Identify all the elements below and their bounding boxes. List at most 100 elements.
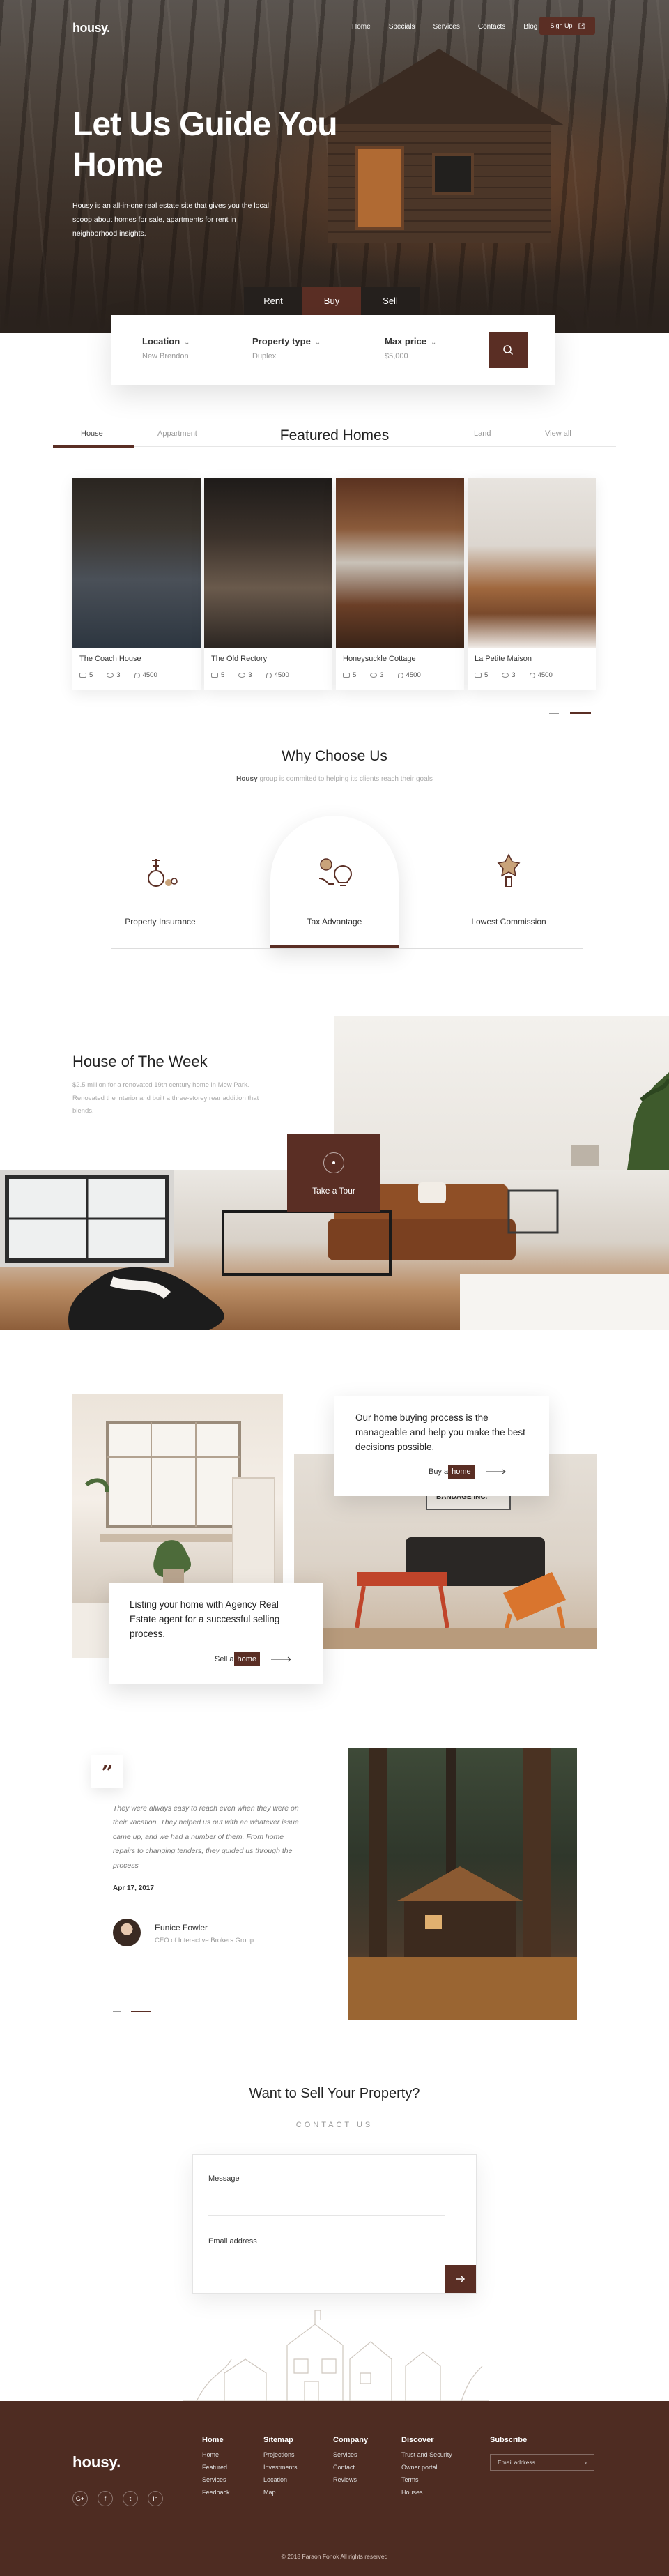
tab-appartment[interactable]: Appartment (157, 429, 197, 438)
author-role: CEO of Interactive Brokers Group (155, 1937, 254, 1944)
footer-link[interactable]: Investments (263, 2464, 298, 2471)
arrow-right-icon (271, 1656, 291, 1662)
footer-link[interactable]: Location (263, 2476, 298, 2483)
subscribe-email-input[interactable]: Email address › (490, 2454, 594, 2471)
contact-form: Message Email address (192, 2154, 477, 2294)
footer-link[interactable]: Featured (202, 2464, 230, 2471)
house-of-week-desc: $2.5 million for a renovated 19th centur… (72, 1081, 259, 1115)
hero-section: housy. Home Specials Services Contacts B… (0, 0, 669, 333)
property-card[interactable]: La Petite Maison 5 3 4500 (468, 478, 596, 690)
footer-link[interactable]: Trust and Security (401, 2451, 452, 2458)
social-links: G+ f t in (72, 2491, 163, 2506)
sell-card: Listing your home with Agency Real Estat… (109, 1583, 323, 1684)
bed-icon (343, 673, 350, 678)
property-card[interactable]: The Coach House 5 3 4500 (72, 478, 201, 690)
property-image (336, 478, 464, 648)
max-price-select[interactable]: Max price ⌄ $5,000 (385, 336, 436, 360)
contact-title: Want to Sell Your Property? (249, 2086, 420, 2101)
signup-button[interactable]: Sign Up (539, 17, 595, 35)
property-type-select[interactable]: Property type ⌄ Duplex (252, 336, 321, 360)
insurance-icon (148, 859, 178, 887)
bed-icon (211, 673, 218, 678)
testimonial-arrows (113, 2011, 151, 2012)
top-nav: housy. Home Specials Services Contacts B… (0, 0, 669, 56)
footer-col-sitemap: Sitemap Projections Investments Location… (263, 2436, 298, 2496)
featured-cards: The Coach House 5 3 4500 The Old Rectory… (72, 478, 597, 690)
footer-link[interactable]: Houses (401, 2489, 452, 2496)
footer-logo[interactable]: housy. (72, 2453, 121, 2471)
nav-services[interactable]: Services (433, 23, 460, 31)
house-of-week-title: House of The Week (72, 1053, 208, 1070)
arrow-left-icon[interactable] (113, 2011, 121, 2012)
carousel-arrows (549, 712, 591, 714)
footer-link[interactable]: Services (333, 2451, 368, 2458)
contact-subtitle: CONTACT US (295, 2121, 374, 2129)
footer: housy. G+ f t in Home Home Featured Serv… (0, 2401, 669, 2576)
footer-link[interactable]: Terms (401, 2476, 452, 2483)
submit-button[interactable] (445, 2265, 476, 2293)
message-input[interactable] (208, 2215, 445, 2216)
author-name: Eunice Fowler (155, 1923, 208, 1933)
living-room-photo-top (334, 1016, 669, 1170)
bath-icon (502, 673, 509, 678)
property-card[interactable]: The Old Rectory 5 3 4500 (204, 478, 332, 690)
footer-link[interactable]: Projections (263, 2451, 298, 2458)
footer-link[interactable]: Contact (333, 2464, 368, 2471)
message-label: Message (208, 2174, 240, 2183)
listing-tabs: Rent Buy Sell (244, 287, 420, 315)
sell-home-link[interactable]: Sell a home (215, 1652, 292, 1666)
play-icon (323, 1152, 344, 1173)
tab-buy[interactable]: Buy (302, 287, 361, 315)
nav-blog[interactable]: Blog (523, 23, 537, 31)
take-tour-button[interactable]: Take a Tour (287, 1134, 380, 1212)
footer-link[interactable]: Map (263, 2489, 298, 2496)
footer-link[interactable]: Home (202, 2451, 230, 2458)
buy-home-link[interactable]: Buy a home (429, 1465, 507, 1479)
copyright: © 2018 Faraon Fonok All rights reserved (281, 2553, 388, 2560)
area-icon (266, 672, 272, 678)
arrow-right-icon[interactable] (570, 712, 591, 714)
search-bar: Location ⌄ New Brendon Property type ⌄ Dup… (112, 315, 555, 385)
footer-link[interactable]: Owner portal (401, 2464, 452, 2471)
chevron-down-icon: ⌄ (314, 339, 321, 346)
footer-link[interactable]: Reviews (333, 2476, 368, 2483)
bath-icon (238, 673, 246, 678)
why-subtitle: Housy group is commited to helping its c… (236, 775, 433, 783)
location-select[interactable]: Location ⌄ New Brendon (142, 336, 190, 360)
commission-icon (497, 853, 521, 887)
active-tab-indicator (53, 445, 134, 448)
tab-land[interactable]: Land (474, 429, 491, 438)
email-label: Email address (208, 2237, 257, 2246)
footer-col-home: Home Home Featured Services Feedback (202, 2436, 230, 2496)
tax-advantage-icon (318, 858, 353, 886)
hero-title: Let Us Guide You Home (72, 106, 338, 183)
nav-specials[interactable]: Specials (389, 23, 415, 31)
search-button[interactable] (489, 332, 528, 368)
footer-link[interactable]: Services (202, 2476, 230, 2483)
linkedin-icon[interactable]: in (148, 2491, 163, 2506)
footer-col-subscribe: Subscribe (490, 2436, 528, 2444)
tab-rent[interactable]: Rent (244, 287, 302, 315)
footer-link[interactable]: Feedback (202, 2489, 230, 2496)
facebook-icon[interactable]: f (98, 2491, 113, 2506)
arrow-left-icon[interactable] (549, 712, 559, 714)
twitter-icon[interactable]: t (123, 2491, 138, 2506)
nav-contacts[interactable]: Contacts (478, 23, 505, 31)
buy-card: Our home buying process is the manageabl… (334, 1396, 549, 1496)
tab-view-all[interactable]: View all (545, 429, 571, 438)
chevron-down-icon: ⌄ (184, 339, 190, 346)
why-item-insurance[interactable]: Property Insurance (96, 816, 224, 948)
google-plus-icon[interactable]: G+ (72, 2491, 88, 2506)
nav-home[interactable]: Home (352, 23, 371, 31)
property-card[interactable]: Honeysuckle Cottage 5 3 4500 (336, 478, 464, 690)
chevron-right-icon[interactable]: › (585, 2455, 587, 2470)
why-item-commission[interactable]: Lowest Commission (445, 816, 573, 948)
logo[interactable]: housy. (72, 21, 110, 36)
arrow-right-icon[interactable] (131, 2011, 151, 2012)
tab-sell[interactable]: Sell (361, 287, 420, 315)
tab-house[interactable]: House (81, 429, 103, 438)
external-link-icon (578, 22, 585, 29)
why-item-tax[interactable]: Tax Advantage (270, 816, 399, 948)
avatar (113, 1919, 141, 1946)
testimonial-date: Apr 17, 2017 (113, 1884, 154, 1892)
